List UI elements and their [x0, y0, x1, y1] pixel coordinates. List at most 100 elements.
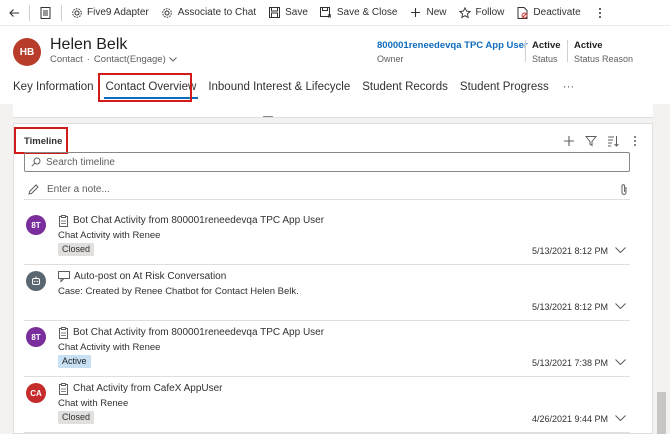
timeline-item[interactable]: Auto-post on At Risk Conversation Case: …	[24, 265, 630, 321]
item-title: Auto-post on At Risk Conversation	[74, 271, 227, 282]
item-title: Bot Chat Activity from 800001reneedevqa …	[73, 215, 325, 226]
filter-button[interactable]	[580, 132, 602, 150]
item-title: Bot Chat Activity from 800001reneedevqa …	[73, 327, 325, 338]
item-description: Chat Activity with Renee	[58, 342, 161, 353]
tab-key-information[interactable]: Key Information	[0, 72, 100, 102]
follow-label: Follow	[475, 7, 505, 18]
save-button[interactable]: Save	[262, 0, 314, 26]
item-description: Chat Activity with Renee	[58, 230, 161, 241]
avatar: HB	[13, 38, 41, 66]
back-button[interactable]	[0, 0, 27, 26]
status-reason-label: Status Reason	[574, 54, 634, 64]
pencil-icon	[28, 184, 39, 195]
associate-to-chat-label: Associate to Chat	[177, 7, 257, 18]
gear-icon	[70, 6, 83, 19]
more-commands-button[interactable]	[587, 0, 614, 26]
chevron-down-icon[interactable]	[615, 415, 626, 422]
more-vertical-icon	[594, 6, 607, 19]
note-input[interactable]	[47, 184, 587, 195]
new-label: New	[426, 7, 447, 18]
plus-icon	[563, 135, 575, 147]
status-label: Status	[532, 54, 558, 64]
form-selector[interactable]: Contact(Engage)	[94, 54, 166, 65]
activity-icon	[58, 215, 70, 227]
section-marker	[263, 116, 273, 117]
activity-icon	[58, 383, 70, 395]
chevron-down-icon[interactable]	[615, 359, 626, 366]
paperclip-icon[interactable]	[620, 183, 628, 196]
follow-button[interactable]: Follow	[453, 0, 511, 26]
record-page-icon	[39, 6, 52, 19]
owner-label: Owner	[377, 54, 404, 64]
divider	[525, 40, 526, 62]
timeline-item[interactable]: 8T Bot Chat Activity from 800001reneedev…	[24, 321, 630, 377]
timeline-item[interactable]: 8T Bot Chat Activity from 800001reneedev…	[24, 209, 630, 265]
scrollbar-track[interactable]	[655, 104, 670, 434]
tab-list: Key Information Contact Overview Inbound…	[0, 72, 670, 102]
gear-icon	[161, 6, 174, 19]
status-reason-value: Active	[574, 40, 603, 51]
active-tab-indicator	[103, 97, 199, 99]
activity-icon	[58, 327, 70, 339]
record-subtitle: Contact · Contact(Engage)	[50, 54, 177, 65]
more-vertical-icon	[633, 135, 637, 147]
save-close-icon	[320, 6, 333, 19]
filter-icon	[585, 135, 597, 147]
chevron-down-icon[interactable]	[168, 57, 177, 62]
record-header: HB Helen Belk Contact · Contact(Engage) …	[0, 26, 670, 70]
avatar: CA	[26, 383, 46, 403]
avatar	[26, 271, 46, 291]
avatar: 8T	[26, 327, 46, 347]
associate-to-chat-button[interactable]: Associate to Chat	[155, 0, 262, 26]
save-icon	[268, 6, 281, 19]
new-button[interactable]: New	[403, 0, 452, 26]
item-date: 5/13/2021 8:12 PM	[531, 302, 608, 312]
timeline-section: Timeline 8T Bot Chat Activity from 80000…	[13, 123, 653, 434]
deactivate-label: Deactivate	[533, 7, 581, 18]
record-page-button[interactable]	[32, 0, 59, 26]
tab-contact-overview[interactable]: Contact Overview	[100, 72, 203, 102]
search-input[interactable]	[46, 156, 586, 168]
scrollbar-thumb[interactable]	[657, 392, 666, 434]
chevron-down-icon[interactable]	[615, 247, 626, 254]
timeline-toolbar	[558, 132, 646, 150]
status-value: Active	[532, 40, 561, 51]
tab-student-records[interactable]: Student Records	[356, 72, 454, 102]
note-composer[interactable]	[24, 180, 630, 200]
save-close-button[interactable]: Save & Close	[314, 0, 404, 26]
owner-field: 800001reneedevqa TPC App User Owner	[377, 40, 528, 64]
more-tabs-button[interactable]: ···	[555, 72, 583, 102]
add-activity-button[interactable]	[558, 132, 580, 150]
star-icon	[459, 6, 472, 19]
separator	[61, 4, 62, 21]
five9-adapter-button[interactable]: Five9 Adapter	[64, 0, 155, 26]
chevron-down-icon[interactable]	[615, 303, 626, 310]
divider	[567, 40, 568, 62]
bot-icon	[31, 276, 41, 286]
sort-icon	[607, 135, 619, 147]
more-options-button[interactable]	[624, 132, 646, 150]
timeline-search[interactable]	[24, 152, 630, 172]
owner-link[interactable]: 800001reneedevqa TPC App User	[377, 40, 528, 51]
entity-name: Contact	[50, 54, 83, 65]
timeline-title: Timeline	[24, 136, 63, 147]
tab-inbound-interest-lifecycle[interactable]: Inbound Interest & Lifecycle	[202, 72, 356, 102]
deactivate-button[interactable]: Deactivate	[510, 0, 586, 26]
item-date: 5/13/2021 7:38 PM	[531, 358, 608, 368]
sort-button[interactable]	[602, 132, 624, 150]
separator	[29, 4, 30, 21]
item-title: Chat Activity from CafeX AppUser	[73, 383, 223, 394]
tab-student-progress[interactable]: Student Progress	[454, 72, 555, 102]
status-field: Active Status	[532, 40, 561, 64]
previous-section	[13, 104, 653, 118]
item-description: Case: Created by Renee Chatbot for Conta…	[58, 286, 299, 297]
record-name: Helen Belk	[50, 36, 128, 53]
status-badge: Active	[58, 355, 91, 368]
avatar: 8T	[26, 215, 46, 235]
deactivate-icon	[516, 6, 529, 19]
save-label: Save	[285, 7, 308, 18]
command-bar: Five9 Adapter Associate to Chat Save Sav…	[0, 0, 670, 26]
separator-dot: ·	[86, 54, 90, 65]
status-badge: Closed	[58, 411, 95, 424]
timeline-item[interactable]: CA Chat Activity from CafeX AppUser Chat…	[24, 377, 630, 433]
